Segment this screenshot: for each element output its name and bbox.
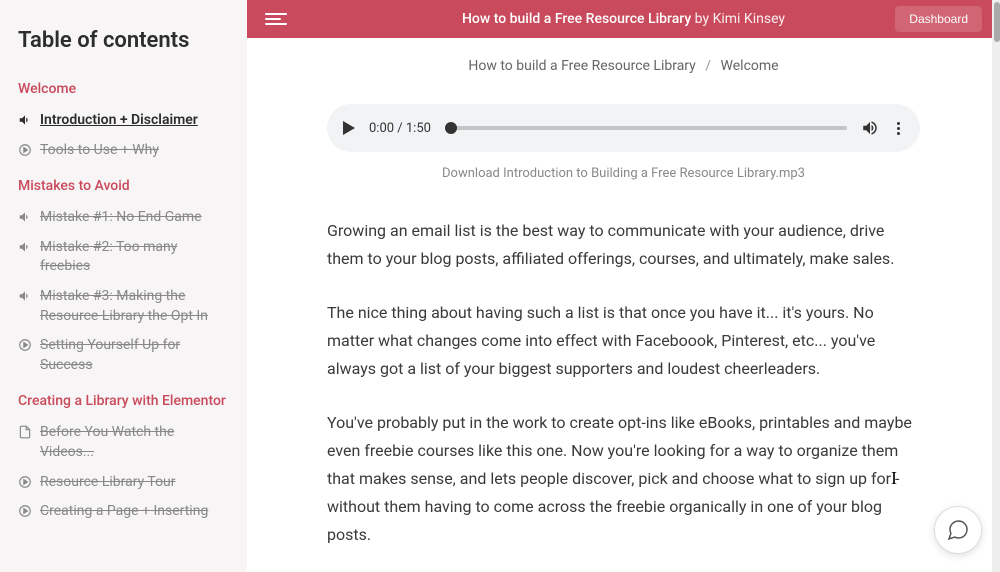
toc-section-heading: Mistakes to Avoid xyxy=(18,178,229,194)
toc-item-setting-up[interactable]: Setting Yourself Up for Success xyxy=(18,336,229,375)
toc-item-label: Before You Watch the Videos... xyxy=(40,423,229,462)
breadcrumb-section[interactable]: Welcome xyxy=(721,58,779,74)
toc-item-before-watch[interactable]: Before You Watch the Videos... xyxy=(18,423,229,462)
toc-item-creating-page[interactable]: Creating a Page + Inserting xyxy=(18,502,229,522)
chat-bubble-button[interactable] xyxy=(934,506,982,554)
audio-seek-track[interactable] xyxy=(445,126,847,130)
chat-icon xyxy=(946,518,970,542)
download-link[interactable]: Download Introduction to Building a Free… xyxy=(327,166,920,181)
play-icon xyxy=(18,504,32,518)
more-options-icon[interactable] xyxy=(893,118,904,139)
toc-item-label: Creating a Page + Inserting xyxy=(40,502,208,522)
audio-time: 0:00 / 1:50 xyxy=(369,121,431,136)
course-title: How to build a Free Resource Library xyxy=(462,11,691,27)
play-button-icon[interactable] xyxy=(343,121,355,135)
toc-item-introduction[interactable]: Introduction + Disclaimer xyxy=(18,111,229,131)
toc-item-label: Mistake #1: No End Game xyxy=(40,208,202,228)
toc-item-label: Setting Yourself Up for Success xyxy=(40,336,229,375)
breadcrumb-course[interactable]: How to build a Free Resource Library xyxy=(468,58,695,74)
toc-item-mistake2[interactable]: Mistake #2: Too many freebies xyxy=(18,238,229,277)
dashboard-button[interactable]: Dashboard xyxy=(895,6,982,32)
scrollbar-thumb[interactable] xyxy=(994,2,1000,42)
toc-title: Table of contents xyxy=(18,28,229,53)
header-bar: How to build a Free Resource Library by … xyxy=(247,0,1000,38)
hamburger-icon[interactable] xyxy=(265,13,287,25)
play-icon xyxy=(18,143,32,157)
toc-item-mistake3[interactable]: Mistake #3: Making the Resource Library … xyxy=(18,287,229,326)
lesson-body: Growing an email list is the best way to… xyxy=(327,217,920,549)
paragraph: You've probably put in the work to creat… xyxy=(327,409,920,549)
paragraph: The nice thing about having such a list … xyxy=(327,299,920,383)
toc-item-mistake1[interactable]: Mistake #1: No End Game xyxy=(18,208,229,228)
toc-section-heading: Welcome xyxy=(18,81,229,97)
toc-item-label: Resource Library Tour xyxy=(40,473,176,493)
main-content: How to build a Free Resource Library by … xyxy=(247,0,1000,572)
toc-item-label: Introduction + Disclaimer xyxy=(40,111,198,131)
toc-section-heading: Creating a Library with Elementor xyxy=(18,393,229,409)
header-title: How to build a Free Resource Library by … xyxy=(462,11,785,27)
toc-item-label: Mistake #3: Making the Resource Library … xyxy=(40,287,229,326)
toc-item-library-tour[interactable]: Resource Library Tour xyxy=(18,473,229,493)
toc-item-label: Tools to Use + Why xyxy=(40,141,159,161)
audio-icon xyxy=(18,289,32,303)
breadcrumb: How to build a Free Resource Library / W… xyxy=(247,38,1000,84)
doc-icon xyxy=(18,425,32,439)
volume-icon[interactable] xyxy=(861,119,879,137)
toc-item-label: Mistake #2: Too many freebies xyxy=(40,238,229,277)
toc-item-tools[interactable]: Tools to Use + Why xyxy=(18,141,229,161)
audio-icon xyxy=(18,113,32,127)
scrollbar-track[interactable] xyxy=(992,0,1000,572)
lesson-content: 0:00 / 1:50 Download Introduction to Bui… xyxy=(247,84,1000,572)
breadcrumb-separator: / xyxy=(705,58,711,74)
audio-icon xyxy=(18,210,32,224)
audio-icon xyxy=(18,240,32,254)
author-name: Kimi Kinsey xyxy=(713,11,785,27)
paragraph: Growing an email list is the best way to… xyxy=(327,217,920,273)
play-icon xyxy=(18,475,32,489)
sidebar: Table of contents Welcome Introduction +… xyxy=(0,0,247,572)
audio-player[interactable]: 0:00 / 1:50 xyxy=(327,104,920,152)
play-icon xyxy=(18,338,32,352)
